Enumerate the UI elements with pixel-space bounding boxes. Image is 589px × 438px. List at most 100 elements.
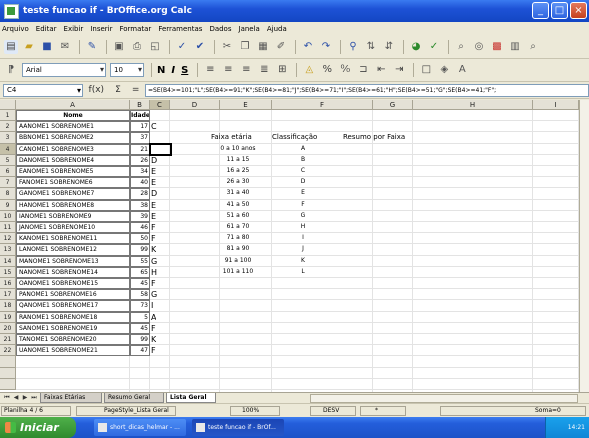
bold-button[interactable]: N: [157, 65, 165, 76]
spreadsheet-grid[interactable]: ABCDEFGHI 1 2 3 4 5 6 7 8 9 10 11 12 13 14 15 16 17 18 19 2…: [0, 100, 579, 392]
age-cell[interactable]: 55: [130, 255, 150, 267]
name-cell[interactable]: AANOME1 SOBRENOME1: [16, 121, 130, 133]
age-cell[interactable]: 21: [130, 143, 150, 155]
row-header[interactable]: 21: [0, 334, 16, 346]
hyperlink-icon[interactable]: ⚲: [346, 40, 360, 54]
row-header[interactable]: 6: [0, 166, 16, 178]
column-header-g[interactable]: G: [373, 100, 413, 110]
name-cell[interactable]: TANOME1 SOBRENOME20: [16, 334, 130, 346]
age-cell[interactable]: 47: [130, 345, 150, 357]
first-sheet-icon[interactable]: ⏮: [3, 394, 11, 402]
zoom-icon[interactable]: ⌕: [526, 40, 540, 54]
age-range-cell[interactable]: 101 a 110: [200, 268, 276, 275]
column-header-h[interactable]: H: [413, 100, 533, 110]
row-header[interactable]: 22: [0, 345, 16, 357]
row-header[interactable]: 1: [0, 110, 16, 122]
save-icon[interactable]: ■: [40, 40, 54, 54]
row-header[interactable]: 17: [0, 289, 16, 301]
row-header[interactable]: 7: [0, 177, 16, 189]
name-cell[interactable]: UANOME1 SOBRENOME21: [16, 345, 130, 357]
menu-ajuda[interactable]: Ajuda: [267, 25, 287, 33]
classification-cell[interactable]: E: [151, 211, 156, 222]
name-cell[interactable]: JANOME1 SOBRENOME10: [16, 222, 130, 234]
currency-format-icon[interactable]: ◬: [302, 63, 316, 77]
menu-inserir[interactable]: Inserir: [90, 25, 112, 33]
column-header-b[interactable]: B: [130, 100, 150, 110]
active-cell-cursor[interactable]: [149, 142, 172, 156]
name-cell[interactable]: OANOME1 SOBRENOME15: [16, 278, 130, 290]
row-header[interactable]: 5: [0, 154, 16, 166]
paste-icon[interactable]: ▦: [256, 40, 270, 54]
sort-descending-icon[interactable]: ⇵: [382, 40, 396, 54]
age-cell[interactable]: 34: [130, 166, 150, 178]
print-preview-icon[interactable]: ◱: [148, 40, 162, 54]
underline-button[interactable]: S: [181, 65, 188, 76]
age-range-cell[interactable]: 16 a 25: [200, 167, 276, 174]
class-code-cell[interactable]: I: [278, 234, 328, 241]
class-code-cell[interactable]: G: [278, 212, 328, 219]
prev-sheet-icon[interactable]: ◀: [12, 394, 20, 402]
find-replace-icon[interactable]: ⌕: [454, 40, 468, 54]
menu-formatar[interactable]: Formatar: [119, 25, 151, 33]
class-code-cell[interactable]: H: [278, 223, 328, 230]
justify-icon[interactable]: ≣: [257, 63, 271, 77]
age-range-cell[interactable]: 71 a 80: [200, 234, 276, 241]
classification-cell[interactable]: C: [151, 121, 157, 132]
menu-editar[interactable]: Editar: [36, 25, 57, 33]
cut-icon[interactable]: ✂: [220, 40, 234, 54]
classification-cell[interactable]: E: [151, 177, 156, 188]
classification-cell[interactable]: D: [151, 155, 157, 166]
column-header-d[interactable]: D: [170, 100, 220, 110]
column-header-a[interactable]: A: [16, 100, 130, 110]
name-cell[interactable]: EANOME1 SOBRENOME5: [16, 166, 130, 178]
open-folder-icon[interactable]: ▰: [22, 40, 36, 54]
decrease-indent-icon[interactable]: ⇤: [374, 63, 388, 77]
menu-exibir[interactable]: Exibir: [64, 25, 84, 33]
name-cell[interactable]: DANOME1 SOBRENOME4: [16, 154, 130, 166]
menu-ferramentas[interactable]: Ferramentas: [158, 25, 202, 33]
data-sources-icon[interactable]: ▥: [508, 40, 522, 54]
row-header[interactable]: 19: [0, 311, 16, 323]
select-all-corner[interactable]: [0, 100, 16, 110]
age-cell[interactable]: 37: [130, 132, 150, 144]
close-button[interactable]: ×: [570, 2, 587, 19]
function-icon[interactable]: =: [132, 85, 140, 95]
row-header[interactable]: 4: [0, 143, 16, 155]
undo-icon[interactable]: ↶: [301, 40, 315, 54]
menu-dados[interactable]: Dados: [209, 25, 231, 33]
age-range-cell[interactable]: 11 a 15: [200, 156, 276, 163]
styles-icon[interactable]: ⁋: [4, 63, 18, 77]
tab-resumo-geral[interactable]: Resumo Geral: [104, 393, 164, 403]
classification-cell[interactable]: E: [151, 200, 156, 211]
taskbar-item-calc[interactable]: teste funcao if - BrOf...: [192, 419, 284, 436]
age-range-cell[interactable]: 31 a 40: [200, 189, 276, 196]
last-sheet-icon[interactable]: ⏭: [30, 394, 38, 402]
classification-cell[interactable]: K: [151, 244, 156, 255]
borders-icon[interactable]: □: [419, 63, 433, 77]
row-header[interactable]: 2: [0, 121, 16, 133]
minimize-button[interactable]: _: [532, 2, 549, 19]
horizontal-scrollbar[interactable]: [310, 394, 578, 403]
classification-cell[interactable]: I: [151, 300, 153, 311]
name-cell[interactable]: PANOME1 SOBRENOME16: [16, 289, 130, 301]
header-idade-cell[interactable]: Idade: [130, 110, 150, 122]
classification-cell[interactable]: K: [151, 334, 156, 345]
age-range-cell[interactable]: 0 a 10 anos: [200, 145, 276, 152]
menu-janela[interactable]: Janela: [239, 25, 260, 33]
maximize-button[interactable]: □: [551, 2, 568, 19]
zoom-level[interactable]: 100%: [242, 407, 259, 414]
name-cell[interactable]: KANOME1 SOBRENOME11: [16, 233, 130, 245]
classification-cell[interactable]: G: [151, 256, 157, 267]
increase-indent-icon[interactable]: ⇥: [392, 63, 406, 77]
sort-ascending-icon[interactable]: ⇅: [364, 40, 378, 54]
age-range-cell[interactable]: 61 a 70: [200, 223, 276, 230]
spellcheck-icon[interactable]: ✓: [175, 40, 189, 54]
row-header[interactable]: 15: [0, 266, 16, 278]
column-header-c[interactable]: C: [150, 100, 170, 110]
delete-decimal-icon[interactable]: ⊐: [356, 63, 370, 77]
email-icon[interactable]: ✉: [58, 40, 72, 54]
row-header[interactable]: 18: [0, 300, 16, 312]
name-cell[interactable]: GANOME1 SOBRENOME7: [16, 188, 130, 200]
class-code-cell[interactable]: L: [278, 268, 328, 275]
age-cell[interactable]: 65: [130, 266, 150, 278]
